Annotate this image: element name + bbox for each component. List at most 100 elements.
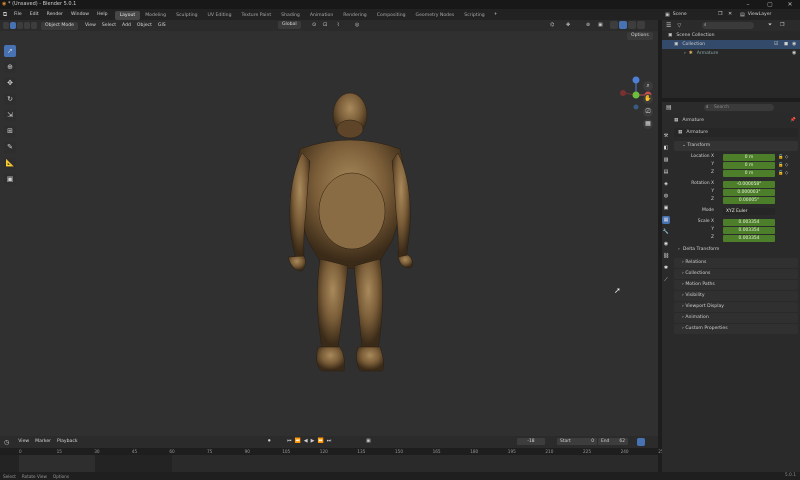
viewlayer-name[interactable]: ViewLayer [748,12,772,17]
visibility-icon[interactable]: ◉ [792,40,796,49]
bone-tab-icon[interactable]: ⟋ [662,276,670,284]
view-layer-tab-icon[interactable]: ▤ [662,168,670,176]
start-frame-field[interactable]: Start 0 [557,438,597,445]
menu-help[interactable]: Help [93,9,111,20]
tab-rendering[interactable]: Rendering [338,11,371,20]
rendered-shading-icon[interactable] [637,21,645,29]
panel-viewport-display[interactable]: › Viewport Display [674,302,798,312]
new-collection-icon[interactable]: ❐ [780,22,784,28]
scale-y-field[interactable]: 0.003354 [723,227,775,234]
outliner-row-collection[interactable]: ▣ Collection ☑ ◼ ◉ [662,40,800,49]
annotate-tool-icon[interactable]: ✎ [4,141,16,153]
select-extend-icon[interactable] [17,22,23,29]
constraint-tab-icon[interactable]: ⛓ [662,252,670,260]
timeline-editor-icon[interactable]: ◷ [4,439,9,446]
select-subtract-icon[interactable] [24,22,30,29]
snap-magnet-icon[interactable]: ⌇ [337,22,339,28]
viewport-menu-add[interactable]: Add [119,22,134,30]
scene-selector[interactable]: ▣ Scene [665,10,687,19]
select-intersect-icon[interactable] [31,22,37,29]
outliner-row-armature[interactable]: › ✱ Armature ◉ [662,49,800,58]
transform-tool-icon[interactable]: ⊞ [4,125,16,137]
select-box-icon[interactable] [10,22,16,29]
menu-render[interactable]: Render [43,9,67,20]
viewport-menu-gis[interactable]: GIS [155,22,169,30]
tab-compositing[interactable]: Compositing [372,11,411,20]
rotation-mode-dropdown[interactable]: XYZ Euler [723,208,775,215]
record-icon[interactable]: ⏺ [268,438,271,444]
camera-icon[interactable]: ◼ [784,40,788,49]
lock-icon[interactable]: 🔓 ◇ [778,162,796,170]
expand-chevron-icon[interactable]: › [684,49,686,58]
panel-custom-properties[interactable]: › Custom Properties [674,324,798,334]
filter-funnel-icon[interactable]: ⏷ [768,22,772,28]
add-workspace-button[interactable]: + [490,9,502,20]
tab-geometry-nodes[interactable]: Geometry Nodes [411,11,460,20]
tab-sculpting[interactable]: Sculpting [171,11,202,20]
material-shading-icon[interactable] [628,21,636,29]
outliner-row-scene-collection[interactable]: ▣ Scene Collection [662,31,800,40]
lock-icon[interactable]: 🔓 ◇ [778,154,796,162]
tab-scripting[interactable]: Scripting [459,11,489,20]
viewport-3d[interactable]: ➚ ⊕ ✥ ↻ ⇲ ⊞ ✎ 📐 ▣ Options ⌕ ✋ ⎚ ▦ ➚ [0,31,658,436]
snap-icon[interactable]: ⊡ [323,22,327,28]
pivot-icon[interactable]: ⊙ [312,22,316,28]
perspective-toggle-icon[interactable]: ▦ [643,119,653,129]
timeline-menu-view[interactable]: View [15,438,32,446]
sync-icon[interactable]: ▣ [366,438,371,444]
pan-hand-icon[interactable]: ✋ [643,94,653,104]
tab-modeling[interactable]: Modeling [140,11,171,20]
start-value[interactable]: 0 [591,439,594,444]
rotation-x-field[interactable]: -0.000058° [723,181,775,188]
menu-file[interactable]: File [10,9,26,20]
play-icon[interactable]: ▶ [311,438,315,444]
outliner-search-input[interactable] [702,22,754,29]
keying-icon[interactable] [637,438,645,446]
properties-search-input[interactable]: Search [704,104,774,111]
options-dropdown[interactable]: Options [627,32,653,40]
mode-dropdown[interactable]: Object Mode [41,21,78,30]
data-name-field[interactable]: ▦ Armature [674,128,798,137]
world-tab-icon[interactable]: ◍ [662,192,670,200]
panel-collections[interactable]: › Collections [674,269,798,279]
transform-panel-header[interactable]: ⌄ Transform [674,141,798,151]
end-frame-field[interactable]: End 62 [598,438,628,445]
move-tool-icon[interactable]: ✥ [4,77,16,89]
modifier-tab-icon[interactable]: 🔧 [662,228,670,236]
visibility-icon[interactable]: ◉ [792,49,796,58]
render-tab-icon[interactable]: ◧ [662,144,670,152]
object-tab-icon[interactable]: ▦ [662,216,670,224]
outliner-editor-icon[interactable]: ☰ [666,22,671,29]
timeline-area[interactable]: 0 15 30 45 60 75 90 105 120 135 150 165 180 195 210 225… [0,448,666,472]
measure-tool-icon[interactable]: 📐 [4,157,16,169]
proportional-edit-icon[interactable]: ◎ [355,22,359,28]
delete-scene-icon[interactable]: ✕ [728,11,732,17]
viewport-menu-select[interactable]: Select [99,22,119,30]
panel-relations[interactable]: › Relations [674,258,798,268]
solid-shading-icon[interactable] [619,21,627,29]
output-tab-icon[interactable]: ▨ [662,156,670,164]
panel-motion-paths[interactable]: › Motion Paths [674,280,798,290]
gizmo-icon[interactable]: ✥ [566,22,570,28]
checkbox-icon[interactable]: ☑ [774,40,778,49]
timeline-menu-playback[interactable]: Playback [54,438,81,446]
new-scene-icon[interactable]: ❐ [718,11,722,17]
pin-icon[interactable]: 📌 [790,116,796,125]
select-tool-icon[interactable]: ➚ [4,45,16,57]
rotation-y-field[interactable]: 0.000003° [723,189,775,196]
close-icon[interactable]: ✕ [782,0,798,9]
scale-tool-icon[interactable]: ⇲ [4,109,16,121]
location-x-field[interactable]: 0 m [723,154,775,161]
panel-animation[interactable]: › Animation [674,313,798,323]
menu-window[interactable]: Window [67,9,93,20]
tab-shading[interactable]: Shading [276,11,305,20]
cursor-tool-icon[interactable]: ⊕ [4,61,16,73]
filter-icon[interactable]: ▽ [677,23,681,29]
tab-uv-editing[interactable]: UV Editing [203,11,237,20]
data-tab-icon[interactable]: ✱ [662,264,670,272]
scene-tab-icon[interactable]: ◈ [662,180,670,188]
view3d-editor-icon[interactable] [3,22,9,29]
minimize-icon[interactable]: – [740,0,756,9]
orientation-dropdown[interactable]: Global [278,21,301,29]
end-value[interactable]: 62 [619,439,625,444]
